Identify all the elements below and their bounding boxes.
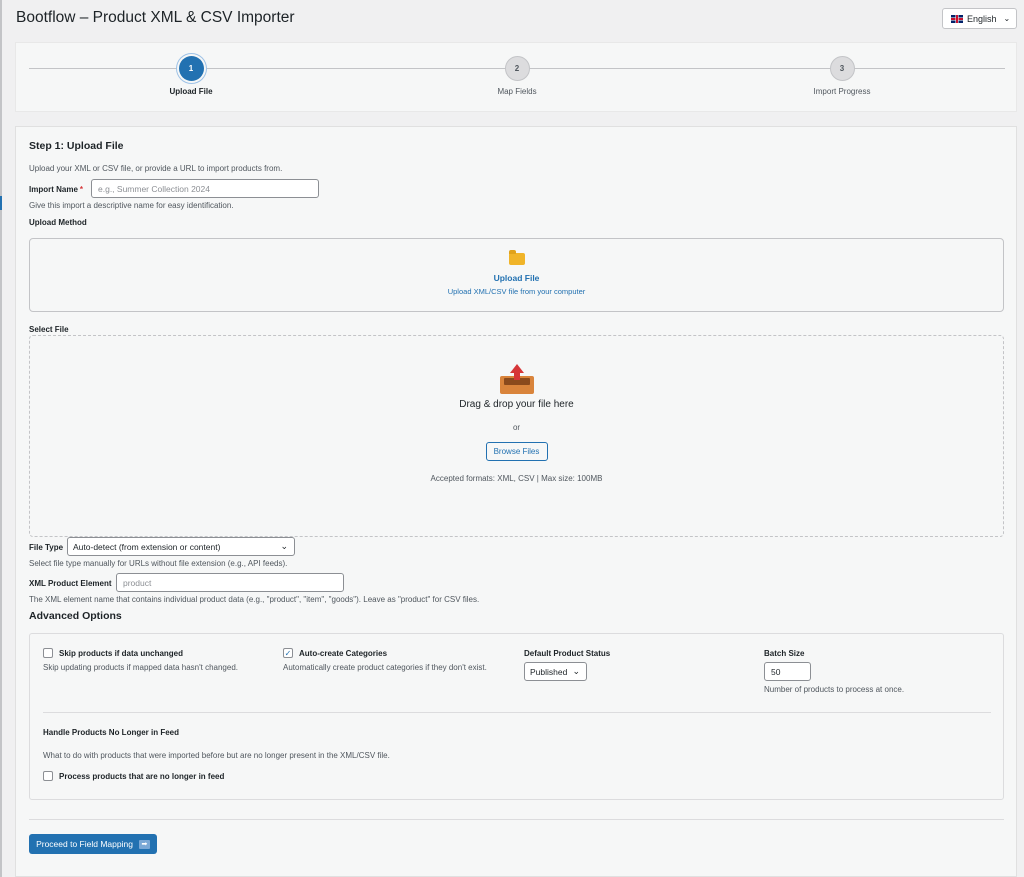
- no-longer-feed-label: Process products that are no longer in f…: [59, 771, 225, 781]
- step-label: Upload File: [169, 87, 213, 96]
- admin-sidebar-edge: [0, 0, 2, 877]
- default-status-value: Published: [530, 666, 568, 677]
- import-name-placeholder: e.g., Summer Collection 2024: [98, 183, 210, 194]
- advanced-options-title: Advanced Options: [29, 610, 122, 622]
- file-type-help: Select file type manually for URLs witho…: [29, 559, 288, 568]
- xml-element-label: XML Product Element: [29, 579, 112, 588]
- auto-categories-checkbox[interactable]: ✓: [283, 648, 293, 658]
- step-label: Import Progress: [813, 87, 871, 96]
- skip-unchanged-help: Skip updating products if mapped data ha…: [43, 663, 238, 672]
- advanced-options-panel: Skip products if data unchanged Skip upd…: [29, 633, 1004, 800]
- upload-method-desc: Upload XML/CSV file from your computer: [447, 287, 586, 296]
- or-text: or: [512, 423, 521, 432]
- chevron-down-icon: ⌄: [1003, 14, 1011, 23]
- file-type-label: File Type: [29, 543, 64, 552]
- admin-sidebar-indicator: [0, 196, 2, 210]
- batch-size-label: Batch Size: [764, 649, 805, 658]
- file-dropzone[interactable]: Drag & drop your file here or Browse Fil…: [29, 335, 1004, 537]
- select-file-label: Select File: [29, 325, 69, 334]
- batch-size-value: 50: [771, 666, 781, 677]
- upload-form-card: Step 1: Upload File Upload your XML or C…: [15, 126, 1017, 877]
- auto-categories-label: Auto-create Categories: [299, 648, 388, 658]
- chevron-down-icon: ⌄: [572, 666, 580, 676]
- skip-unchanged-checkbox[interactable]: [43, 648, 53, 658]
- drop-text: Drag & drop your file here: [459, 399, 574, 410]
- import-name-help: Give this import a descriptive name for …: [29, 201, 234, 210]
- file-type-value: Auto-detect (from extension or content): [73, 541, 221, 552]
- skip-unchanged-label: Skip products if data unchanged: [59, 648, 184, 658]
- step-upload-file: 1 Upload File: [131, 56, 251, 96]
- default-status-label: Default Product Status: [524, 649, 611, 658]
- language-selector[interactable]: English ⌄: [942, 8, 1017, 29]
- import-name-label-text: Import Name: [29, 185, 78, 194]
- section-description: Upload your XML or CSV file, or provide …: [29, 164, 283, 173]
- import-name-input[interactable]: e.g., Summer Collection 2024: [91, 179, 319, 198]
- browse-files-button[interactable]: Browse Files: [485, 442, 548, 461]
- upload-method-label: Upload Method: [29, 218, 87, 227]
- no-longer-feed-title: Handle Products No Longer in Feed: [43, 728, 180, 737]
- chevron-down-icon: ⌄: [280, 541, 288, 551]
- uk-flag-icon: [951, 14, 963, 23]
- options-divider: [43, 712, 991, 713]
- accepted-formats: Accepted formats: XML, CSV | Max size: 1…: [430, 474, 603, 483]
- app-title: Bootflow – Product XML & CSV Importer: [16, 9, 295, 26]
- language-label: English: [967, 13, 997, 24]
- file-type-select[interactable]: Auto-detect (from extension or content) …: [67, 537, 295, 556]
- step-progress: 1 Upload File 2 Map Fields 3 Import Prog…: [15, 42, 1017, 112]
- required-marker: *: [79, 185, 84, 194]
- arrow-right-icon: ➡: [138, 839, 150, 849]
- step-import-progress: 3 Import Progress: [782, 56, 902, 96]
- xml-element-help: The XML element name that contains indiv…: [29, 595, 480, 604]
- upload-method-option[interactable]: Upload File Upload XML/CSV file from you…: [29, 238, 1004, 312]
- import-name-label: Import Name *: [29, 185, 83, 194]
- proceed-button[interactable]: Proceed to Field Mapping ➡: [29, 834, 157, 854]
- section-title: Step 1: Upload File: [29, 140, 124, 152]
- inbox-upload-icon: [499, 364, 534, 394]
- upload-method-title: Upload File: [493, 273, 540, 283]
- auto-categories-help: Automatically create product categories …: [283, 663, 487, 672]
- folder-icon: [508, 250, 525, 265]
- skip-unchanged-option[interactable]: Skip products if data unchanged: [43, 648, 183, 658]
- xml-element-input[interactable]: product: [116, 573, 344, 592]
- auto-categories-option[interactable]: ✓ Auto-create Categories: [283, 648, 387, 658]
- footer-divider: [29, 819, 1004, 820]
- step-map-fields: 2 Map Fields: [457, 56, 577, 96]
- proceed-button-label: Proceed to Field Mapping: [36, 839, 133, 849]
- xml-element-value: product: [123, 577, 152, 588]
- no-longer-feed-option[interactable]: Process products that are no longer in f…: [43, 771, 224, 781]
- step-number-badge: 1: [178, 56, 204, 81]
- default-status-select[interactable]: Published ⌄: [524, 662, 587, 681]
- batch-size-help: Number of products to process at once.: [764, 685, 905, 694]
- page-header: Bootflow – Product XML & CSV Importer En…: [0, 0, 1024, 36]
- no-longer-feed-checkbox[interactable]: [43, 771, 53, 781]
- no-longer-feed-help: What to do with products that were impor…: [43, 751, 390, 760]
- step-number-badge: 3: [829, 56, 855, 81]
- step-number-badge: 2: [504, 56, 530, 81]
- step-label: Map Fields: [497, 87, 537, 96]
- batch-size-input[interactable]: 50: [764, 662, 811, 681]
